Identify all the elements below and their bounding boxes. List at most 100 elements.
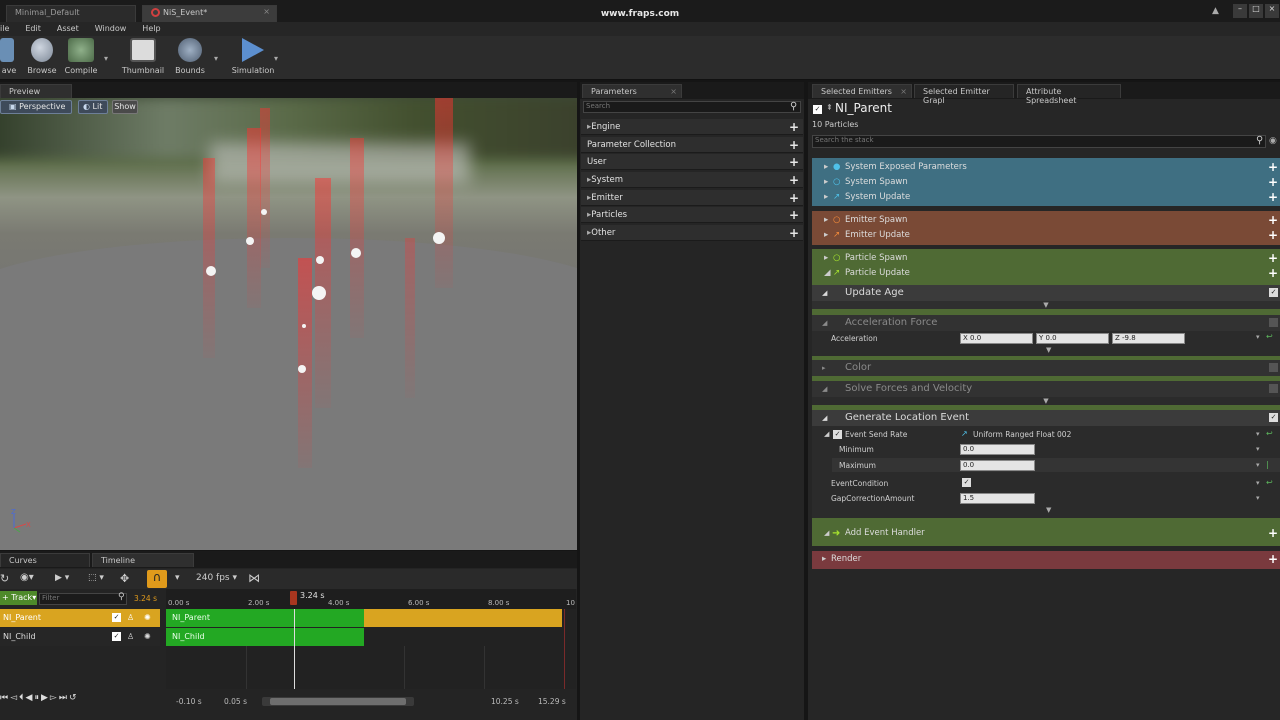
add-icon[interactable]: + (789, 172, 799, 188)
param-category-emitter[interactable]: ▸Emitter + (581, 190, 803, 206)
tab-selected-emitters[interactable]: Selected Emitters × (812, 84, 912, 98)
notification-icon[interactable]: ▲ (1212, 6, 1224, 16)
event-send-rate-checkbox[interactable]: ✓ (833, 430, 842, 439)
track-delete-icon[interactable]: ♙ (127, 609, 134, 627)
accel-y-field[interactable]: Y 0.0 (1036, 333, 1109, 344)
module-acceleration-force[interactable]: ◢ Acceleration Force (812, 315, 1280, 331)
module-enabled-checkbox[interactable] (1269, 318, 1278, 327)
close-window-icon[interactable]: × (1265, 4, 1279, 18)
dropdown-icon[interactable]: ▾ (1256, 333, 1260, 341)
track-enabled-checkbox[interactable]: ✓ (112, 613, 121, 622)
show-button[interactable]: Show (112, 100, 138, 114)
expand-module-icon[interactable]: ▼ (1046, 506, 1051, 514)
expand-module-icon[interactable]: ▼ (812, 301, 1280, 309)
param-category-system[interactable]: ▸System + (581, 172, 803, 188)
play-options-icon[interactable]: ▶ ▾ (55, 573, 69, 583)
distribution-type[interactable]: Uniform Ranged Float 002 (973, 430, 1071, 439)
stack-system-update[interactable]: ▸ ↗ System Update + (812, 190, 1280, 205)
stack-emitter-update[interactable]: ▸ ↗ Emitter Update + (812, 228, 1280, 243)
range-end[interactable]: 15.29 s (538, 697, 566, 706)
gap-correction-field[interactable]: 1.5 (960, 493, 1035, 504)
prev-key-icon[interactable]: ◅ (10, 693, 19, 703)
add-track-button[interactable]: + Track▾ (0, 591, 37, 605)
close-icon[interactable]: × (263, 7, 270, 16)
skip-end-icon[interactable]: ⏭ (59, 693, 69, 703)
event-condition-checkbox[interactable]: ✓ (962, 478, 971, 487)
perspective-button[interactable]: ▣ Perspective (0, 100, 72, 114)
menu-help[interactable]: Help (134, 22, 168, 36)
param-category-engine[interactable]: ▸Engine + (581, 119, 803, 135)
view-options-icon[interactable]: ◉▾ (20, 572, 34, 583)
expand-module-icon[interactable]: ▼ (812, 397, 1280, 405)
snap-magnet-icon[interactable]: ∩ (147, 570, 167, 588)
menu-window[interactable]: Window (87, 22, 135, 36)
module-enabled-checkbox[interactable] (1269, 384, 1278, 393)
compile-button[interactable]: Compile (62, 38, 100, 78)
emitter-bar-ni-parent[interactable]: NI_Parent (166, 609, 364, 627)
save-button[interactable]: ave (0, 38, 18, 78)
scrollbar-thumb[interactable] (270, 698, 406, 705)
maximize-icon[interactable]: □ (1249, 4, 1263, 18)
track-delete-icon[interactable]: ♙ (127, 628, 134, 646)
time-ruler[interactable]: 0.00 s 2.00 s 4.00 s 6.00 s 8.00 s 10 3.… (166, 589, 576, 609)
tab-attribute-spreadsheet[interactable]: Attribute Spreadsheet (1017, 84, 1121, 105)
timeline-scrollbar[interactable] (262, 697, 414, 706)
add-icon[interactable]: + (1268, 160, 1278, 175)
range-start[interactable]: -0.10 s (176, 697, 202, 706)
curve-tool-icon[interactable]: ⋈ (248, 571, 260, 585)
accel-z-field[interactable]: Z -9.8 (1112, 333, 1185, 344)
track-filter-input[interactable]: Filter (39, 593, 127, 605)
tab-parameters[interactable]: Parameters × (582, 84, 682, 98)
module-generate-location-event[interactable]: ◢ Generate Location Event ✓ (812, 410, 1280, 426)
dropdown-icon[interactable]: ▾ (1256, 479, 1260, 487)
add-icon[interactable]: + (789, 154, 799, 170)
reset-bar-icon[interactable]: | (1266, 460, 1269, 469)
simulation-button[interactable]: Simulation (230, 38, 276, 78)
add-icon[interactable]: + (1268, 526, 1278, 541)
add-icon[interactable]: + (789, 119, 799, 135)
add-icon[interactable]: + (789, 207, 799, 223)
add-icon[interactable]: + (789, 137, 799, 153)
loop-icon[interactable]: ↻ (0, 572, 9, 585)
expand-module-icon[interactable]: ▼ (1046, 346, 1051, 354)
minimum-field[interactable]: 0.0 (960, 444, 1035, 455)
next-key-icon[interactable]: ▻ (50, 693, 59, 703)
stack-render[interactable]: ▸ Render + (812, 552, 1280, 567)
track-isolate-icon[interactable]: ✺ (144, 628, 151, 646)
stack-system-exposed-parameters[interactable]: ▸ ● System Exposed Parameters + (812, 160, 1280, 175)
bounds-button[interactable]: Bounds (170, 38, 210, 78)
menu-edit[interactable]: Edit (17, 22, 49, 36)
add-icon[interactable]: + (1268, 251, 1278, 266)
add-icon[interactable]: + (1268, 266, 1278, 281)
add-icon[interactable]: + (1268, 552, 1278, 567)
param-category-parameter-collection[interactable]: Parameter Collection + (581, 137, 803, 153)
module-color[interactable]: ▸ Color (812, 360, 1280, 376)
snap-dropdown-icon[interactable]: ▾ (175, 573, 180, 583)
track-isolate-icon[interactable]: ✺ (144, 609, 151, 627)
add-icon[interactable]: + (1268, 190, 1278, 205)
tab-preview[interactable]: Preview (0, 84, 72, 98)
select-box-icon[interactable]: ⬚ ▾ (88, 573, 104, 583)
tab-curves[interactable]: Curves (0, 553, 90, 567)
track-row-ni-child[interactable]: NI_Child ✓ ♙ ✺ (0, 628, 160, 646)
accel-x-field[interactable]: X 0.0 (960, 333, 1033, 344)
dropdown-icon[interactable]: ▾ (1256, 430, 1260, 438)
param-category-other[interactable]: ▸Other + (581, 225, 803, 241)
play-forward-icon[interactable]: ▶ (41, 693, 50, 703)
module-enabled-checkbox[interactable]: ✓ (1269, 413, 1278, 422)
emitter-enabled-checkbox[interactable]: ✓ (813, 105, 822, 114)
param-category-particles[interactable]: ▸Particles + (581, 207, 803, 223)
module-solve-forces[interactable]: ◢ Solve Forces and Velocity (812, 381, 1280, 397)
add-icon[interactable]: + (789, 190, 799, 206)
fps-selector[interactable]: 240 fps ▾ (196, 573, 237, 583)
lit-button[interactable]: ◐ Lit (78, 100, 108, 114)
view-end[interactable]: 10.25 s (491, 697, 519, 706)
dropdown-icon[interactable]: ▾ (1256, 494, 1260, 502)
preview-viewport[interactable]: ▣ Perspective ◐ Lit Show X Z (0, 98, 577, 550)
add-event-handler-row[interactable]: ◢ ➜ Add Event Handler + (812, 526, 1280, 541)
simulation-dropdown-icon[interactable]: ▾ (274, 54, 278, 63)
stack-emitter-spawn[interactable]: ▸ ○ Emitter Spawn + (812, 213, 1280, 228)
close-icon[interactable]: × (900, 87, 907, 96)
reset-arrow-icon[interactable]: ↩ (1266, 429, 1273, 438)
close-icon[interactable]: × (670, 87, 677, 96)
